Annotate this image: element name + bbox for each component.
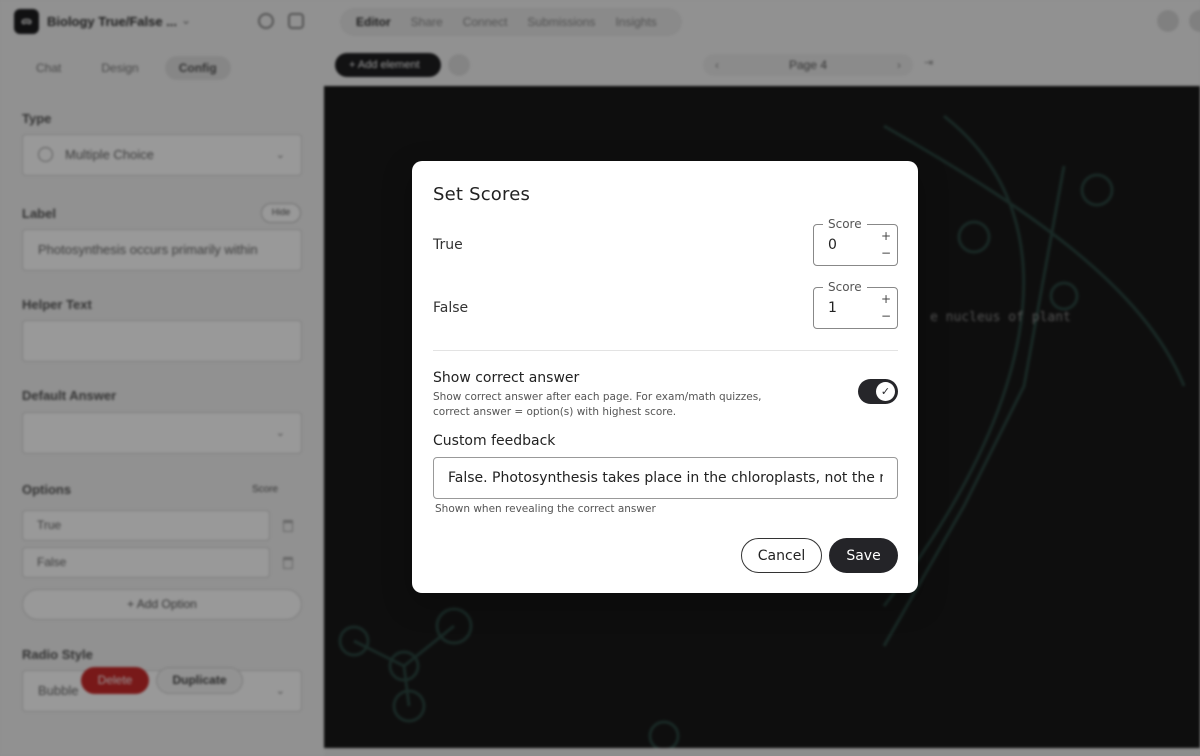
save-button[interactable]: Save bbox=[829, 538, 898, 573]
show-correct-answer-description: Show correct answer after each page. For… bbox=[433, 391, 762, 418]
increment-icon[interactable]: + bbox=[880, 229, 892, 243]
score-legend: Score bbox=[823, 216, 867, 232]
set-scores-dialog: Set Scores True Score 0 + − False Score … bbox=[412, 161, 918, 593]
dialog-title: Set Scores bbox=[433, 184, 531, 205]
increment-icon[interactable]: + bbox=[880, 292, 892, 306]
score-legend: Score bbox=[823, 279, 867, 295]
show-correct-answer-toggle[interactable]: ✓ bbox=[858, 379, 898, 404]
decrement-icon[interactable]: − bbox=[880, 246, 892, 260]
show-correct-answer-title: Show correct answer bbox=[433, 370, 580, 386]
decrement-icon[interactable]: − bbox=[880, 309, 892, 323]
custom-feedback-input[interactable] bbox=[433, 457, 898, 499]
custom-feedback-hint: Shown when revealing the correct answer bbox=[435, 503, 656, 515]
score-input-true[interactable]: Score 0 + − bbox=[813, 216, 898, 266]
cancel-button[interactable]: Cancel bbox=[741, 538, 822, 573]
check-icon: ✓ bbox=[876, 382, 895, 401]
option-label-false: False bbox=[433, 300, 469, 316]
custom-feedback-title: Custom feedback bbox=[433, 433, 556, 449]
option-label-true: True bbox=[433, 237, 463, 253]
divider bbox=[433, 350, 898, 351]
score-value[interactable]: 0 bbox=[828, 237, 837, 253]
score-value[interactable]: 1 bbox=[828, 300, 837, 316]
score-input-false[interactable]: Score 1 + − bbox=[813, 279, 898, 329]
